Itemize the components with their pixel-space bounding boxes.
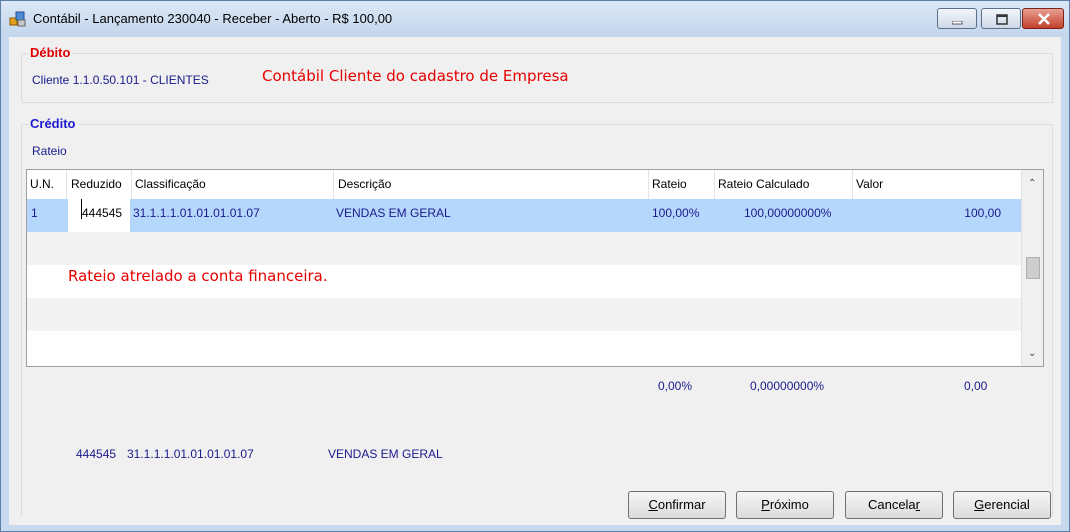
column-header-descricao[interactable]: Descrição <box>335 170 649 199</box>
maximize-button[interactable] <box>981 8 1021 29</box>
total-rateio-calculado: 0,00000000% <box>750 379 825 393</box>
manage-accesskey: G <box>974 497 985 512</box>
cancel-label-pre: Cancela <box>867 497 916 512</box>
rateio-grid[interactable]: U.N. Reduzido Classificação Descrição Ra… <box>26 169 1044 367</box>
scrollbar-thumb[interactable] <box>1026 257 1040 279</box>
dialog-content: Débito Cliente 1.1.0.50.101 - CLIENTES C… <box>9 37 1061 525</box>
selected-reduzido: 444545 <box>76 447 117 461</box>
chevron-up-icon[interactable]: ⌃ <box>1028 178 1036 189</box>
confirm-label-post: onfirmar <box>657 497 706 512</box>
total-rateio: 0,00% <box>658 379 693 393</box>
column-header-rateio[interactable]: Rateio <box>649 170 715 199</box>
debit-legend: Débito <box>28 45 73 60</box>
debit-group: Débito Cliente 1.1.0.50.101 - CLIENTES C… <box>21 45 1053 103</box>
app-icon <box>9 11 26 27</box>
total-valor: 0,00 <box>964 379 988 393</box>
next-label-post: róximo <box>769 497 809 512</box>
title-bar[interactable]: Contábil - Lançamento 230040 - Receber -… <box>1 1 1069 37</box>
cell-rateio[interactable]: 100,00% <box>652 199 714 232</box>
debit-account: Cliente 1.1.0.50.101 - CLIENTES <box>32 73 209 87</box>
cell-un[interactable]: 1 <box>31 199 67 232</box>
debit-annotation: Contábil Cliente do cadastro de Empresa <box>262 67 569 85</box>
selected-descricao: VENDAS EM GERAL <box>328 447 443 461</box>
table-row-empty[interactable] <box>27 232 1021 265</box>
cell-valor[interactable]: 100,00 <box>853 199 1001 232</box>
manage-button[interactable]: Gerencial <box>953 491 1051 519</box>
column-header-reduzido[interactable]: Reduzido <box>68 170 132 199</box>
window: Contábil - Lançamento 230040 - Receber -… <box>0 0 1070 532</box>
rateio-label: Rateio <box>32 144 67 158</box>
window-title: Contábil - Lançamento 230040 - Receber -… <box>33 11 393 26</box>
next-accesskey: P <box>761 497 770 512</box>
confirm-accesskey: C <box>648 497 658 512</box>
cell-reduzido[interactable]: 444545 <box>82 206 122 220</box>
table-row-empty[interactable] <box>27 331 1021 364</box>
column-header-un[interactable]: U.N. <box>27 170 67 199</box>
minimize-icon <box>952 21 963 25</box>
cancel-accesskey: r <box>915 497 921 512</box>
maximize-icon <box>996 14 1008 25</box>
credit-legend: Crédito <box>28 116 78 131</box>
cell-rateio-calculado[interactable]: 100,00000000% <box>744 199 854 232</box>
cell-descricao[interactable]: VENDAS EM GERAL <box>336 199 648 232</box>
column-header-classificacao[interactable]: Classificação <box>132 170 334 199</box>
minimize-button[interactable] <box>937 8 977 29</box>
grid-header: U.N. Reduzido Classificação Descrição Ra… <box>27 170 1021 199</box>
next-button[interactable]: Próximo <box>736 491 834 519</box>
vertical-scrollbar[interactable]: ⌃ ⌄ <box>1021 170 1043 366</box>
chevron-down-icon[interactable]: ⌄ <box>1028 348 1036 359</box>
cell-reduzido-editor[interactable]: 444545 <box>68 199 130 232</box>
cell-classificacao[interactable]: 31.1.1.1.01.01.01.01.07 <box>133 199 333 232</box>
column-header-rateio-calculado[interactable]: Rateio Calculado <box>715 170 853 199</box>
column-header-valor[interactable]: Valor <box>853 170 1021 199</box>
close-button[interactable] <box>1022 8 1064 29</box>
selected-classificacao: 31.1.1.1.01.01.01.01.07 <box>127 447 254 461</box>
confirm-button[interactable]: Confirmar <box>628 491 726 519</box>
manage-label-post: erencial <box>984 497 1030 512</box>
close-icon <box>1038 13 1050 25</box>
table-row[interactable]: 1 444545 31.1.1.1.01.01.01.01.07 VENDAS … <box>27 199 1021 232</box>
cancel-button[interactable]: Cancelar <box>845 491 943 519</box>
table-row-empty[interactable] <box>27 298 1021 331</box>
grid-annotation: Rateio atrelado a conta financeira. <box>68 267 328 285</box>
text-caret <box>81 199 82 219</box>
